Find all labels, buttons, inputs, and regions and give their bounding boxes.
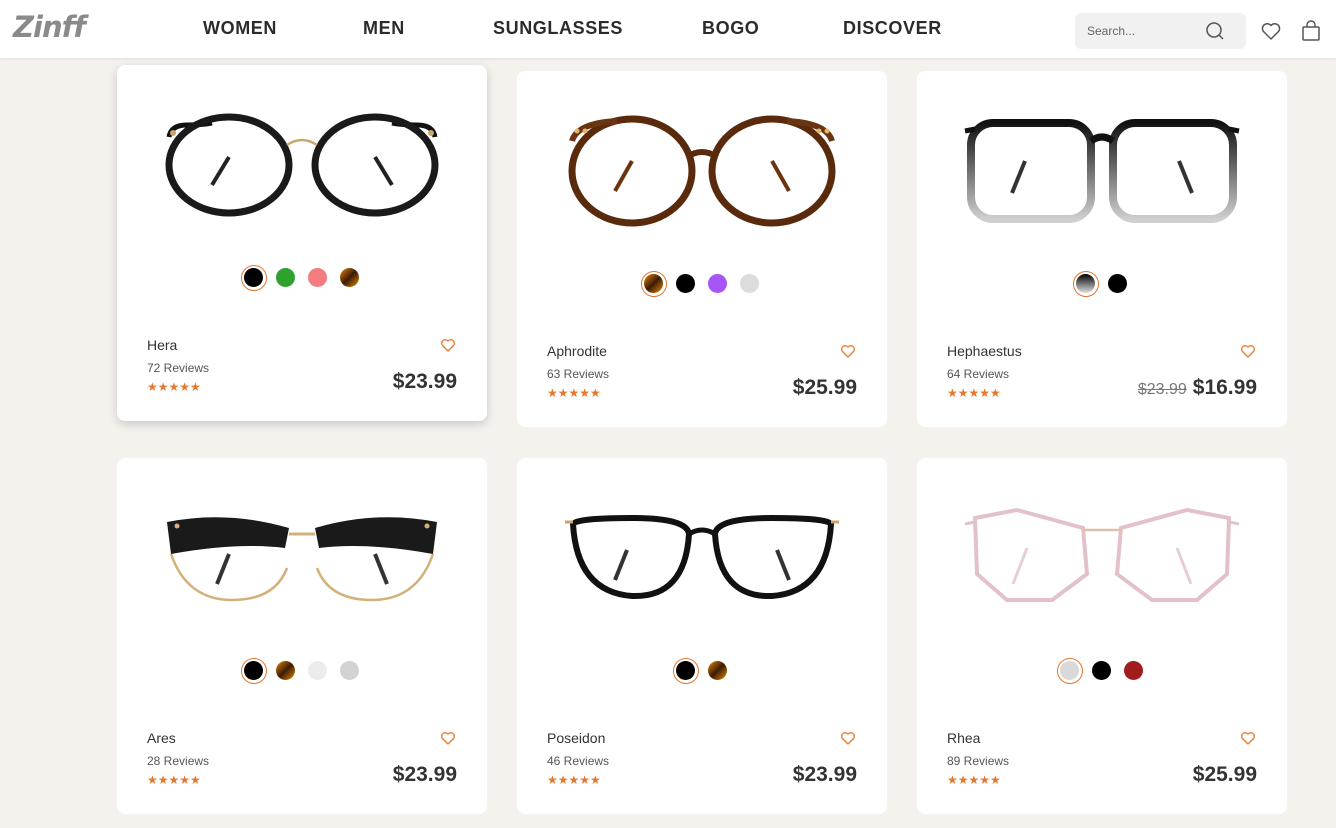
product-name[interactable]: Hephaestus [947, 343, 1022, 359]
star-rating: ★★★★★ [547, 386, 601, 400]
product-name[interactable]: Ares [147, 730, 176, 746]
product-card[interactable]: Poseidon 46 Reviews ★★★★★ $23.99 [517, 458, 887, 814]
review-count[interactable]: 28 Reviews [147, 754, 209, 768]
brand-logo[interactable]: Zinff [13, 10, 86, 44]
color-swatches [517, 271, 887, 301]
search-input[interactable] [1087, 21, 1197, 41]
swatch-purple[interactable] [705, 271, 731, 297]
nav-bogo[interactable]: BOGO [702, 18, 759, 39]
site-header: Zinff WOMEN MEN SUNGLASSES BOGO DISCOVER [0, 0, 1336, 58]
review-count[interactable]: 46 Reviews [547, 754, 609, 768]
product-card[interactable]: Ares 28 Reviews ★★★★★ $23.99 [117, 458, 487, 814]
current-price: $23.99 [792, 763, 857, 786]
swatch-pink[interactable] [305, 265, 331, 291]
nav-discover[interactable]: DISCOVER [843, 18, 942, 39]
product-card[interactable]: Aphrodite 63 Reviews ★★★★★ $25.99 [517, 71, 887, 427]
swatch-tortoise[interactable] [641, 271, 667, 297]
product-name[interactable]: Poseidon [547, 730, 605, 746]
swatch-black[interactable] [673, 271, 699, 297]
review-count[interactable]: 64 Reviews [947, 367, 1009, 381]
nav-sunglasses[interactable]: SUNGLASSES [493, 18, 623, 39]
star-rating: ★★★★★ [147, 773, 201, 787]
swatch-gray[interactable] [337, 658, 363, 684]
current-price: $16.99 [1192, 376, 1257, 399]
star-rating: ★★★★★ [147, 380, 201, 394]
favorite-heart-icon[interactable] [840, 730, 856, 746]
color-swatches [917, 658, 1287, 688]
swatch-black[interactable] [241, 658, 267, 684]
swatch-clear-gray[interactable] [737, 271, 763, 297]
product-card[interactable]: Hera 72 Reviews ★★★★★ $23.99 [117, 65, 487, 421]
wishlist-heart-icon[interactable] [1260, 20, 1282, 42]
favorite-heart-icon[interactable] [440, 730, 456, 746]
current-price: $23.99 [392, 763, 457, 786]
star-rating: ★★★★★ [547, 773, 601, 787]
swatch-black[interactable] [1089, 658, 1115, 684]
product-card[interactable]: Rhea 89 Reviews ★★★★★ $25.99 [917, 458, 1287, 814]
original-price: $23.99 [1137, 381, 1187, 398]
current-price: $23.99 [392, 370, 457, 393]
product-price: $25.99 [1193, 763, 1257, 787]
color-swatches [517, 658, 887, 688]
product-image-hephaestus [964, 119, 1240, 223]
swatch-red[interactable] [1121, 658, 1147, 684]
product-name[interactable]: Hera [147, 337, 177, 353]
swatch-tortoise[interactable] [273, 658, 299, 684]
nav-men[interactable]: MEN [363, 18, 405, 39]
color-swatches [917, 271, 1287, 301]
favorite-heart-icon[interactable] [440, 337, 456, 353]
swatch-black[interactable] [673, 658, 699, 684]
review-count[interactable]: 72 Reviews [147, 361, 209, 375]
swatch-clear-gray[interactable] [1057, 658, 1083, 684]
product-image-hera [165, 113, 439, 217]
product-image-rhea [964, 507, 1240, 602]
product-image-aphrodite [568, 115, 836, 227]
favorite-heart-icon[interactable] [1240, 730, 1256, 746]
search-icon[interactable] [1205, 21, 1225, 41]
current-price: $25.99 [1192, 763, 1257, 786]
color-swatches [117, 265, 487, 295]
favorite-heart-icon[interactable] [1240, 343, 1256, 359]
swatch-black-clear-gradient[interactable] [1073, 271, 1099, 297]
color-swatches [117, 658, 487, 688]
product-image-poseidon [565, 514, 839, 600]
swatch-tortoise[interactable] [337, 265, 363, 291]
product-price: $23.99 $16.99 [1138, 376, 1257, 400]
product-price: $23.99 [393, 370, 457, 394]
nav-women[interactable]: WOMEN [203, 18, 277, 39]
swatch-clear[interactable] [305, 658, 331, 684]
current-price: $25.99 [792, 376, 857, 399]
swatch-black[interactable] [241, 265, 267, 291]
shopping-bag-icon[interactable] [1300, 20, 1322, 42]
brand-logo-text: Zinff [13, 10, 86, 44]
search-box [1075, 13, 1246, 49]
product-price: $23.99 [793, 763, 857, 787]
product-price: $23.99 [393, 763, 457, 787]
review-count[interactable]: 63 Reviews [547, 367, 609, 381]
favorite-heart-icon[interactable] [840, 343, 856, 359]
product-name[interactable]: Rhea [947, 730, 980, 746]
review-count[interactable]: 89 Reviews [947, 754, 1009, 768]
product-name[interactable]: Aphrodite [547, 343, 607, 359]
star-rating: ★★★★★ [947, 386, 1001, 400]
product-card[interactable]: Hephaestus 64 Reviews ★★★★★ $23.99 $16.99 [917, 71, 1287, 427]
swatch-green[interactable] [273, 265, 299, 291]
star-rating: ★★★★★ [947, 773, 1001, 787]
swatch-tortoise[interactable] [705, 658, 731, 684]
product-price: $25.99 [793, 376, 857, 400]
swatch-black[interactable] [1105, 271, 1131, 297]
product-image-ares [167, 517, 437, 602]
